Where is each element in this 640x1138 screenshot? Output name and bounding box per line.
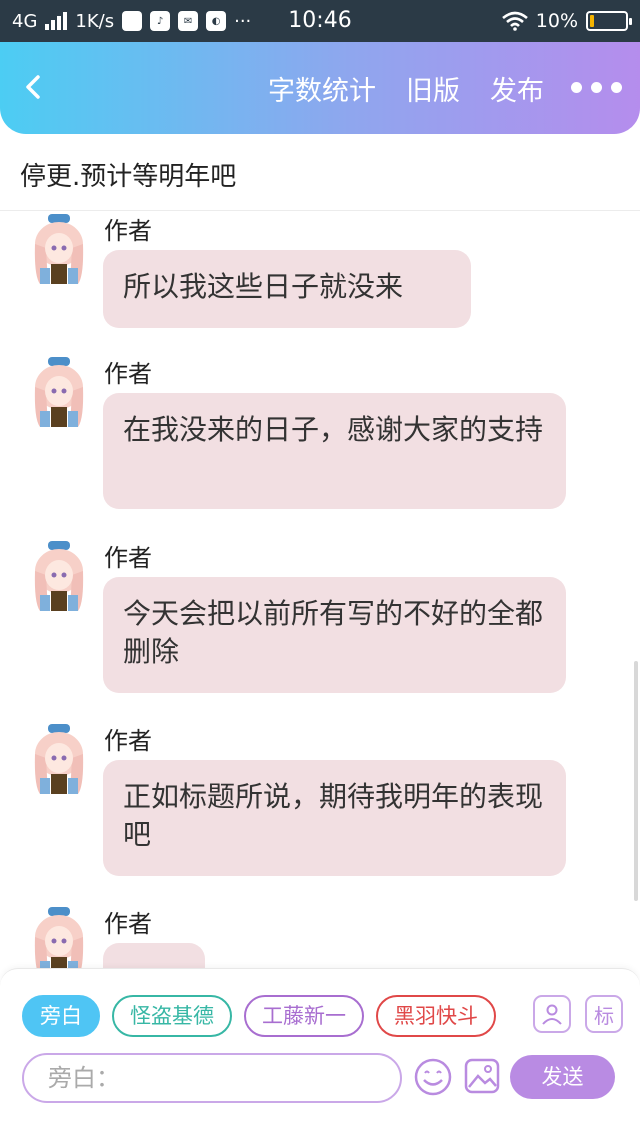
role-chip-kid[interactable]: 怪盗基德 — [112, 995, 232, 1037]
avatar[interactable] — [26, 357, 92, 429]
old-version-button[interactable]: 旧版 — [406, 69, 460, 108]
message-bubble[interactable]: 今天会把以前所有写的不好的全都删除 — [103, 577, 566, 693]
send-button[interactable]: 发送 — [510, 1055, 615, 1099]
tag-button[interactable]: 标 — [585, 995, 623, 1033]
emoji-icon[interactable] — [413, 1057, 453, 1097]
author-name: 作者 — [104, 360, 152, 388]
avatar[interactable] — [26, 907, 92, 968]
status-bar: 4G 1K/s ♪ ✉ ◐ ··· 10:46 10% — [0, 0, 640, 42]
message-bubble[interactable]: 在我没来的日子，感谢大家的支持 — [103, 393, 566, 509]
author-name: 作者 — [104, 727, 152, 755]
wifi-icon — [501, 11, 528, 31]
author-name: 作者 — [104, 544, 152, 572]
avatar[interactable] — [26, 214, 92, 286]
more-icon[interactable] — [571, 82, 622, 93]
word-count-button[interactable]: 字数统计 — [268, 69, 376, 108]
role-chips: 旁白 怪盗基德 工藤新一 黑羽快斗 — [22, 995, 496, 1037]
story-title[interactable]: 停更.预计等明年吧 — [20, 156, 236, 193]
scrollbar[interactable] — [634, 661, 638, 901]
message-bubble[interactable] — [103, 943, 205, 968]
composer-panel: 旁白 怪盗基德 工藤新一 黑羽快斗 标 旁白： 发送 — [0, 968, 640, 1138]
author-name: 作者 — [104, 217, 152, 245]
role-chip-narrator[interactable]: 旁白 — [22, 995, 100, 1037]
message-bubble[interactable]: 正如标题所说，期待我明年的表现吧 — [103, 760, 566, 876]
author-name: 作者 — [104, 910, 152, 938]
message-bubble[interactable]: 所以我这些日子就没来 — [103, 250, 471, 328]
role-manage-icon[interactable] — [533, 995, 571, 1033]
top-toolbar: 字数统计 旧版 发布 — [0, 42, 640, 134]
story-title-bar: 停更.预计等明年吧 — [0, 134, 640, 211]
avatar[interactable] — [26, 541, 92, 613]
image-icon[interactable] — [463, 1057, 501, 1095]
message-input[interactable]: 旁白： — [22, 1053, 402, 1103]
back-icon[interactable] — [18, 72, 48, 102]
toolbar-links: 字数统计 旧版 发布 — [268, 42, 544, 134]
status-right: 10% — [501, 0, 632, 42]
role-chip-shinichi[interactable]: 工藤新一 — [244, 995, 364, 1037]
avatar[interactable] — [26, 724, 92, 796]
publish-button[interactable]: 发布 — [490, 69, 544, 108]
battery-icon — [586, 11, 632, 31]
chat-area[interactable]: 作者 所以我这些日子就没来 作者 在我没来的日子，感谢大家的支持 作者 今天会把… — [0, 211, 640, 968]
role-chip-kaito[interactable]: 黑羽快斗 — [376, 995, 496, 1037]
battery-percent: 10% — [535, 10, 578, 32]
